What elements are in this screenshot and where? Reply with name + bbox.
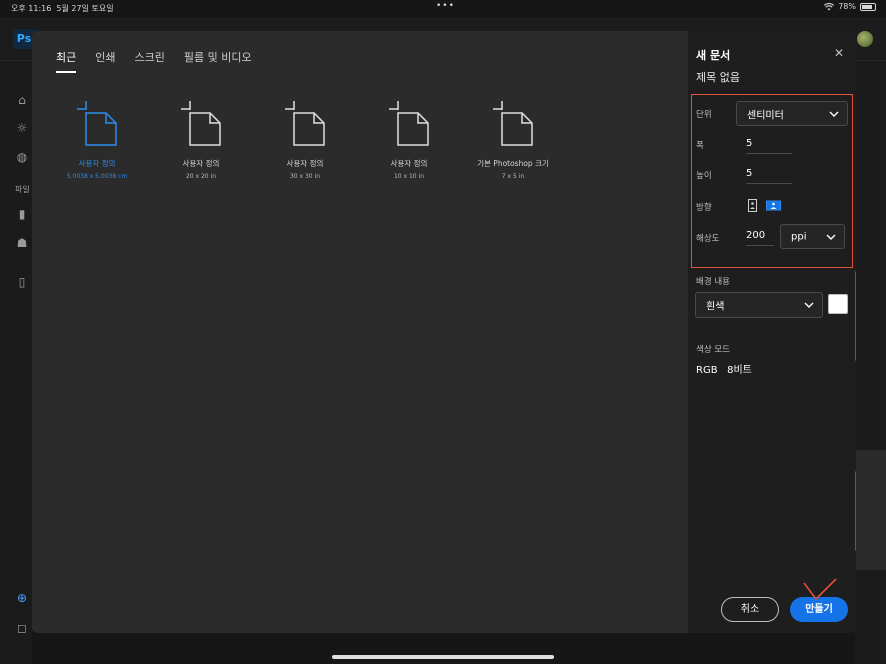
- preset-item[interactable]: 사용자 정의 5.0038 x 5.0038 cm: [45, 101, 149, 180]
- screen: 오후 11:16 5월 27일 토요일 ••• 78% Ps ⌂ ☼ ◍ 파일 …: [0, 0, 886, 664]
- resolution-input[interactable]: 200: [746, 226, 774, 246]
- background-contents-label: 배경 내용: [696, 277, 730, 287]
- preset-pane: 최근 인쇄 스크린 필름 및 비디오 사용자 정의 5.0038 x 5.003…: [32, 31, 688, 633]
- globe-icon[interactable]: ◍: [15, 150, 29, 164]
- preset-name: 사용자 정의: [286, 159, 324, 168]
- background-contents-value: 흰색: [706, 301, 725, 313]
- tab-recent[interactable]: 최근: [56, 49, 77, 73]
- cancel-button[interactable]: 취소: [721, 597, 779, 622]
- preset-size: 30 x 30 in: [289, 173, 320, 180]
- file-icon[interactable]: ▮: [15, 207, 29, 221]
- document-preset-icon: [493, 101, 533, 146]
- document-preset-icon: [389, 101, 429, 146]
- sidebar-section-label: 파일: [15, 185, 30, 194]
- document-preset-icon: [181, 101, 221, 146]
- battery-icon: [860, 2, 876, 11]
- unit-value: 센티미터: [747, 110, 784, 121]
- avatar[interactable]: [857, 31, 873, 47]
- preset-size: 20 x 20 in: [185, 173, 216, 180]
- document-name-field[interactable]: 제목 없음: [696, 69, 740, 85]
- tab-film-video[interactable]: 필름 및 비디오: [184, 49, 252, 73]
- panel-title: 새 문서: [696, 49, 731, 62]
- resolution-unit-value: ppi: [791, 231, 807, 242]
- home-indicator[interactable]: [332, 655, 554, 659]
- width-input[interactable]: 5: [746, 134, 792, 154]
- annotation-check-mark: [803, 578, 837, 601]
- color-mode-label: 색상 모드: [696, 345, 730, 355]
- status-bar: 오후 11:16 5월 27일 토요일 ••• 78%: [0, 0, 886, 16]
- panel-scrollbar-lower[interactable]: [855, 471, 856, 551]
- resolution-unit-dropdown[interactable]: ppi: [780, 224, 845, 249]
- status-right: 78%: [824, 2, 876, 11]
- document-settings-panel: 새 문서 ✕ 제목 없음 단위 센티미터 폭 5 높이 5 방향 해상도 200…: [688, 31, 856, 633]
- battery-percent: 78%: [838, 2, 856, 11]
- new-document-dialog: 최근 인쇄 스크린 필름 및 비디오 사용자 정의 5.0038 x 5.003…: [32, 31, 856, 633]
- status-time: 오후 11:16 5월 27일 토요일: [11, 4, 114, 13]
- height-label: 높이: [696, 171, 712, 181]
- width-label: 폭: [696, 141, 704, 151]
- home-icon[interactable]: ⌂: [15, 93, 29, 107]
- preset-item[interactable]: 기본 Photoshop 크기 7 x 5 in: [461, 101, 565, 180]
- preset-item[interactable]: 사용자 정의 20 x 20 in: [149, 101, 253, 180]
- background-color-swatch[interactable]: [828, 294, 848, 314]
- preset-item[interactable]: 사용자 정의 10 x 10 in: [357, 101, 461, 180]
- close-icon[interactable]: ✕: [833, 47, 845, 59]
- panel-scrollbar[interactable]: [855, 271, 856, 361]
- preset-size: 10 x 10 in: [393, 173, 424, 180]
- portrait-orientation-icon[interactable]: [746, 199, 759, 212]
- app-right-panel: [855, 61, 886, 664]
- preset-tabs: 최근 인쇄 스크린 필름 및 비디오: [56, 49, 271, 73]
- wifi-icon: [824, 2, 835, 10]
- landscape-orientation-icon[interactable]: [766, 199, 781, 212]
- tab-screen[interactable]: 스크린: [135, 49, 165, 73]
- preset-name: 기본 Photoshop 크기: [477, 159, 549, 168]
- preset-grid: 사용자 정의 5.0038 x 5.0038 cm 사용자 정의 20 x 20…: [32, 101, 688, 201]
- document-preset-icon: [285, 101, 325, 146]
- trash-icon[interactable]: ▯: [15, 275, 29, 289]
- multitasking-dots[interactable]: •••: [436, 1, 455, 11]
- chevron-down-icon: [829, 111, 839, 117]
- unit-dropdown[interactable]: 센티미터: [736, 101, 848, 126]
- tab-print[interactable]: 인쇄: [95, 49, 115, 73]
- unit-label: 단위: [696, 110, 712, 120]
- preset-name: 사용자 정의: [390, 159, 428, 168]
- add-icon[interactable]: ⊕: [15, 591, 29, 605]
- document-preset-icon: [77, 101, 117, 146]
- resolution-label: 해상도: [696, 234, 720, 244]
- app-right-block: [855, 450, 886, 570]
- preset-size: 7 x 5 in: [501, 173, 525, 180]
- color-mode-value[interactable]: RGB 8비트: [696, 361, 752, 376]
- preset-size: 5.0038 x 5.0038 cm: [66, 173, 128, 180]
- chevron-down-icon: [804, 302, 814, 308]
- height-input[interactable]: 5: [746, 164, 792, 184]
- chevron-down-icon: [826, 234, 836, 240]
- feedback-icon[interactable]: ◻: [15, 621, 29, 635]
- preset-item[interactable]: 사용자 정의 30 x 30 in: [253, 101, 357, 180]
- orientation-label: 방향: [696, 203, 712, 213]
- preset-name: 사용자 정의: [78, 159, 116, 168]
- lightbulb-icon[interactable]: ☼: [15, 121, 29, 135]
- shared-users-icon[interactable]: ☗: [15, 236, 29, 250]
- background-contents-dropdown[interactable]: 흰색: [695, 292, 823, 318]
- preset-name: 사용자 정의: [182, 159, 220, 168]
